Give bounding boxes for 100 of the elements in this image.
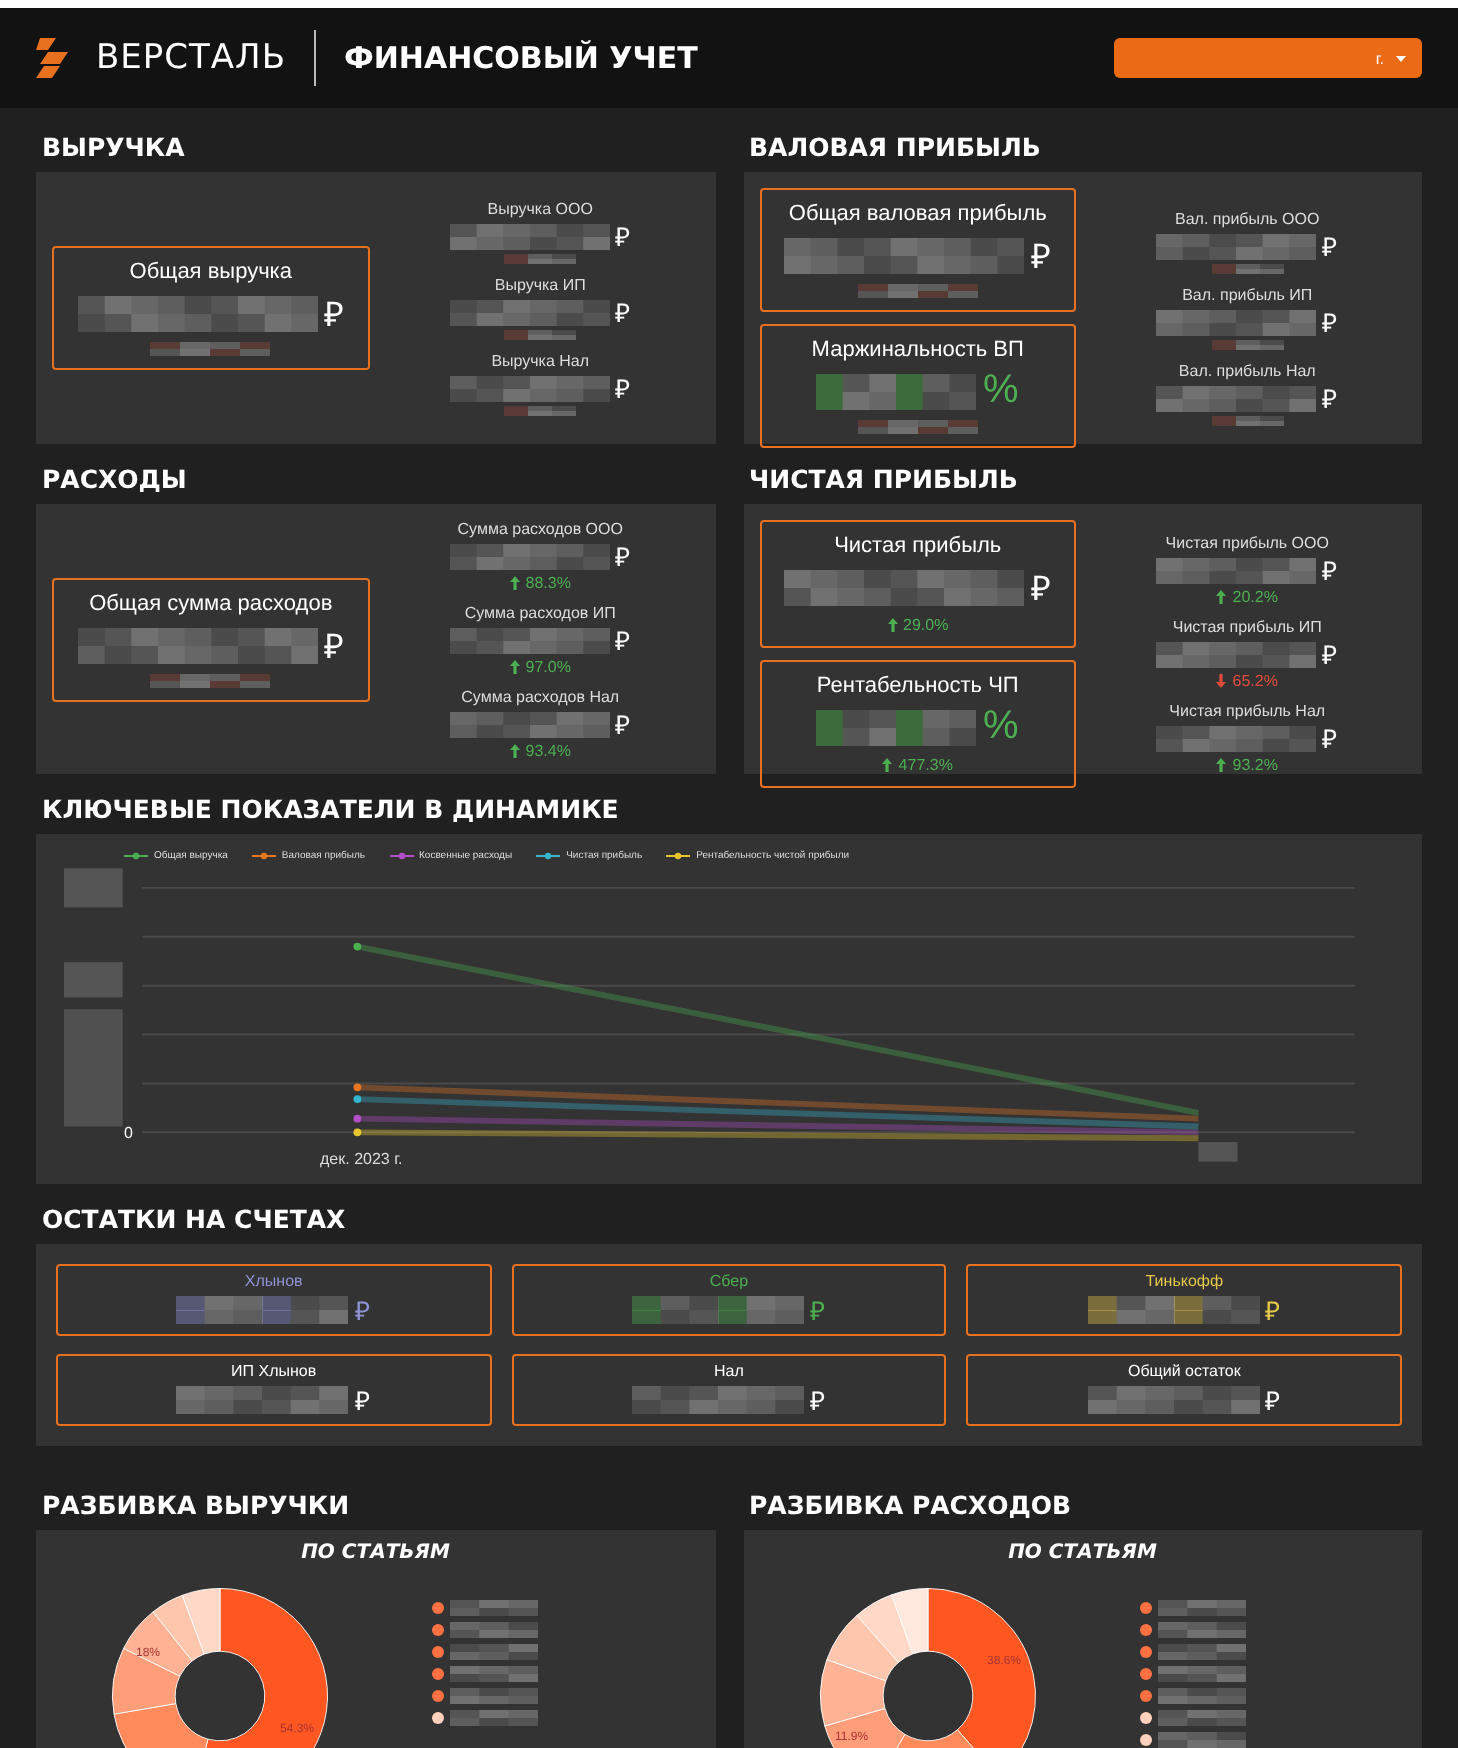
arrow-up-icon — [1216, 758, 1227, 772]
section-title: КЛЮЧЕВЫЕ ПОКАЗАТЕЛИ В ДИНАМИКЕ — [40, 794, 621, 824]
unit-text: ₽ — [615, 372, 632, 406]
redacted-drawing — [450, 1644, 538, 1660]
redacted-drawing — [504, 406, 577, 416]
redacted-drawing — [150, 674, 271, 688]
redacted-drawing — [1157, 1600, 1245, 1616]
unit-text: ₽ — [1322, 230, 1339, 264]
redacted-label — [1198, 1142, 1238, 1162]
redacted-drawing — [1157, 1644, 1245, 1660]
delta-text: 93.2% — [1232, 756, 1278, 774]
redacted-drawing — [450, 1710, 538, 1726]
kpi-label: Выручка ИП — [494, 276, 586, 294]
chart-title: ПО СТАТЬЯМ — [301, 1542, 450, 1564]
kpi-label: Чистая прибыль ООО — [1165, 534, 1329, 552]
account-label: Общий остаток — [1127, 1362, 1241, 1380]
section-title: ВЫРУЧКА — [40, 132, 187, 162]
section-title: ОСТАТКИ НА СЧЕТАХ — [40, 1204, 348, 1234]
delta-text: 88.3% — [525, 574, 571, 592]
account-label: Хлынов — [244, 1272, 303, 1290]
redacted-drawing — [450, 1600, 538, 1616]
unit-text: ₽ — [354, 1294, 371, 1328]
kpi-label: Общая сумма расходов — [89, 592, 333, 616]
unit-text: ₽ — [354, 1384, 371, 1418]
redacted-drawing — [857, 284, 978, 298]
logo-text: ВЕРСТАЛЬ — [96, 38, 286, 78]
account-label: Тинькофф — [1145, 1272, 1224, 1290]
arrow-up-icon — [887, 618, 898, 632]
redacted-drawing — [450, 1622, 538, 1638]
redacted-drawing — [1157, 1666, 1245, 1682]
account-label: ИП Хлынов — [231, 1362, 317, 1380]
kpi-label: Рентабельность ЧП — [816, 674, 1019, 698]
unit-text: % — [982, 368, 1019, 414]
redacted-drawing — [450, 1688, 538, 1704]
account-label: Сбер — [709, 1272, 749, 1290]
kpi-label: Сумма расходов Нал — [461, 688, 620, 706]
unit-text: ₽ — [323, 626, 344, 668]
kpi-label: Общая выручка — [129, 260, 292, 284]
delta-text: 477.3% — [898, 756, 953, 774]
redacted-drawing — [1211, 416, 1284, 426]
account-label: Нал — [714, 1362, 744, 1380]
unit-text: ₽ — [1265, 1384, 1282, 1418]
logo-icon — [36, 38, 68, 78]
kpi-label: Вал. прибыль ИП — [1182, 286, 1313, 304]
kpi-label: Чистая прибыль — [834, 534, 1002, 558]
kpi-label: Сумма расходов ООО — [457, 520, 623, 538]
kpi-label: Чистая прибыль ИП — [1172, 618, 1322, 636]
redacted-drawing — [150, 342, 271, 356]
unit-text: % — [982, 704, 1019, 750]
axis-label: дек. 2023 г. — [320, 1150, 403, 1168]
arrow-up-icon — [509, 576, 520, 590]
unit-text: ₽ — [615, 624, 632, 658]
delta-text: 20.2% — [1232, 588, 1278, 606]
unit-text: ₽ — [1322, 638, 1339, 672]
arrow-up-icon — [882, 758, 893, 772]
chart-title: ПО СТАТЬЯМ — [1008, 1542, 1157, 1564]
unit-text: ₽ — [1322, 554, 1339, 588]
delta-text: 97.0% — [525, 658, 571, 676]
kpi-label: Общая валовая прибыль — [788, 202, 1047, 226]
section-title: РАЗБИВКА РАСХОДОВ — [747, 1490, 1074, 1520]
arrow-up-icon — [1216, 590, 1227, 604]
section-title: ЧИСТАЯ ПРИБЫЛЬ — [747, 464, 1020, 494]
unit-text: ₽ — [1030, 568, 1051, 610]
unit-text: ₽ — [615, 540, 632, 574]
delta-text: 65.2% — [1232, 672, 1278, 690]
kpi-label: Выручка ООО — [487, 200, 593, 218]
section-title: РАЗБИВКА ВЫРУЧКИ — [40, 1490, 352, 1520]
redacted-drawing — [857, 420, 978, 434]
axis-label: 0 — [122, 1124, 133, 1142]
redacted-drawing — [1157, 1732, 1245, 1748]
unit-text: ₽ — [615, 296, 632, 330]
arrow-up-icon — [509, 744, 520, 758]
redacted-drawing — [450, 1666, 538, 1682]
redacted-drawing — [1157, 1710, 1245, 1726]
section-title: РАСХОДЫ — [40, 464, 189, 494]
delta-text: 29.0% — [903, 616, 949, 634]
unit-text: ₽ — [1322, 382, 1339, 416]
unit-text: ₽ — [615, 220, 632, 254]
unit-text: ₽ — [809, 1294, 826, 1328]
page-title: ФИНАНСОВЫЙ УЧЕТ — [344, 40, 698, 76]
kpi-label: Вал. прибыль Нал — [1178, 362, 1316, 380]
redacted-drawing — [1211, 340, 1284, 350]
unit-text: ₽ — [1322, 722, 1339, 756]
unit-text: ₽ — [1265, 1294, 1282, 1328]
kpi-label: Маржинальность ВП — [811, 338, 1024, 362]
unit-text: ₽ — [323, 294, 344, 336]
kpi-label: Выручка Нал — [491, 352, 590, 370]
kpi-label: Вал. прибыль ООО — [1175, 210, 1320, 228]
arrow-up-icon — [509, 660, 520, 674]
delta-text: 93.4% — [525, 742, 571, 760]
redacted-drawing — [1157, 1688, 1245, 1704]
kpi-label: Сумма расходов ИП — [464, 604, 616, 622]
redacted-drawing — [1157, 1622, 1245, 1638]
arrow-down-icon — [1216, 674, 1227, 688]
caret-icon — [1396, 55, 1406, 61]
unit-text: ₽ — [1322, 306, 1339, 340]
redacted-drawing — [504, 254, 577, 264]
unit-text: ₽ — [615, 708, 632, 742]
redacted-drawing — [504, 330, 577, 340]
kpi-label: Чистая прибыль Нал — [1169, 702, 1326, 720]
